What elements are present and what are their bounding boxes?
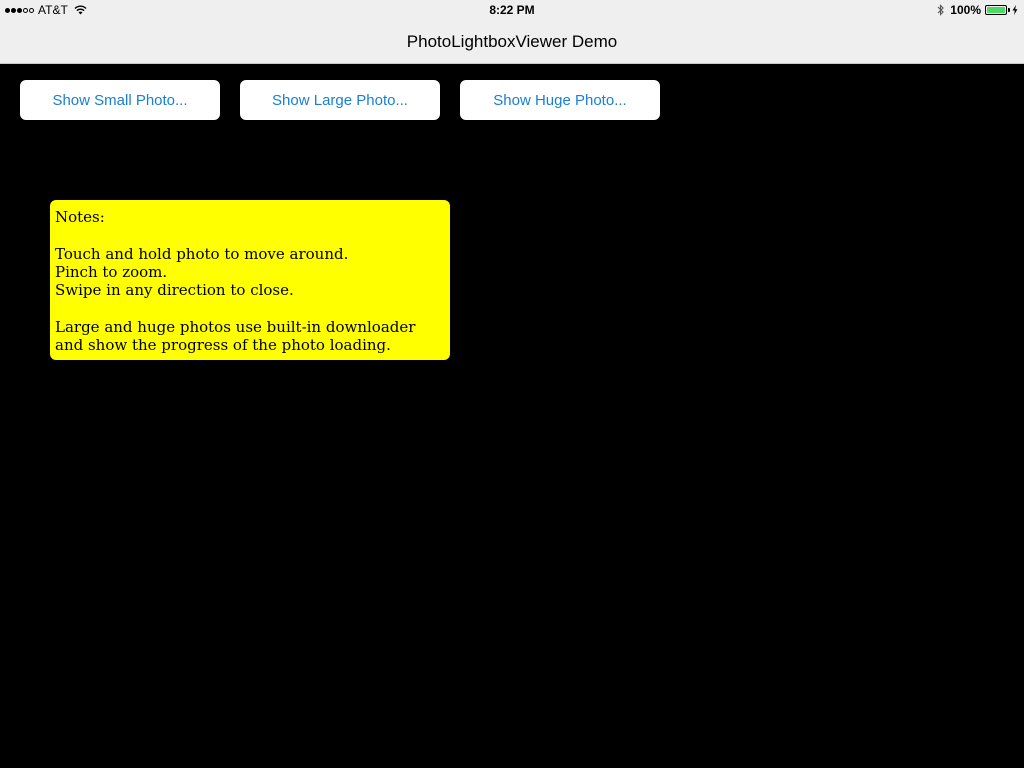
battery-percent: 100% xyxy=(950,3,981,17)
notes-line: Pinch to zoom. xyxy=(55,263,168,281)
show-huge-photo-button[interactable]: Show Huge Photo... xyxy=(460,80,660,120)
show-small-photo-button[interactable]: Show Small Photo... xyxy=(20,80,220,120)
battery-icon xyxy=(985,5,1007,15)
status-bar: AT&T 8:22 PM 100% xyxy=(0,0,1024,20)
battery-fill xyxy=(987,7,1005,13)
status-time: 8:22 PM xyxy=(489,3,535,17)
notes-panel: Notes: Touch and hold photo to move arou… xyxy=(50,200,450,360)
charging-bolt-icon xyxy=(1012,5,1018,15)
notes-line: Touch and hold photo to move around. xyxy=(55,245,349,263)
notes-heading: Notes: xyxy=(55,208,105,226)
show-large-photo-button[interactable]: Show Large Photo... xyxy=(240,80,440,120)
navigation-bar: PhotoLightboxViewer Demo xyxy=(0,20,1024,64)
page-title: PhotoLightboxViewer Demo xyxy=(406,32,618,51)
status-right: 100% xyxy=(937,2,1018,18)
bluetooth-icon xyxy=(937,4,945,16)
notes-line: Large and huge photos use built-in downl… xyxy=(55,318,416,336)
battery-tip xyxy=(1008,8,1010,12)
notes-line: and show the progress of the photo loadi… xyxy=(55,336,391,354)
notes-line: Swipe in any direction to close. xyxy=(55,281,294,299)
